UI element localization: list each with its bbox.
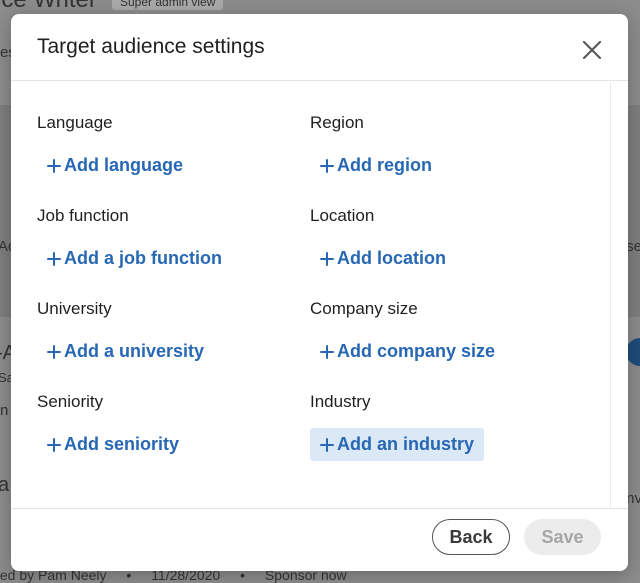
background-text-fragment: a (0, 474, 10, 496)
add-seniority-button[interactable]: Add seniority (37, 428, 189, 461)
add-job-function-button[interactable]: Add a job function (37, 242, 232, 275)
modal-body: Language Add language Region Add region … (11, 82, 610, 508)
field-industry: Industry Add an industry (310, 392, 570, 461)
add-location-button[interactable]: Add location (310, 242, 456, 275)
add-seniority-label: Add seniority (64, 434, 180, 454)
close-icon (582, 40, 602, 60)
add-company-size-button[interactable]: Add company size (310, 335, 505, 368)
field-region: Region Add region (310, 113, 570, 175)
modal-scrollbar[interactable] (610, 82, 628, 508)
add-language-button[interactable]: Add language (37, 149, 193, 182)
field-label-location: Location (310, 206, 375, 225)
add-industry-label: Add an industry (337, 434, 475, 454)
field-label-industry: Industry (310, 392, 371, 411)
field-university: University Add a university (37, 299, 297, 361)
field-job-function: Job function Add a job function (37, 206, 297, 268)
add-region-label: Add region (337, 155, 432, 175)
back-button[interactable]: Back (432, 519, 510, 555)
background-text-fragment: nv (626, 490, 640, 507)
target-audience-modal: Target audience settings Language Add la… (11, 14, 628, 571)
modal-footer: Back Save (11, 508, 628, 571)
plus-icon (320, 344, 334, 359)
field-language: Language Add language (37, 113, 297, 175)
plus-icon (47, 158, 61, 173)
add-university-button[interactable]: Add a university (37, 335, 214, 368)
background-text-fragment: n (0, 402, 9, 419)
field-label-university: University (37, 299, 112, 318)
background-text-fragment: se (626, 238, 640, 255)
field-label-job-function: Job function (37, 206, 129, 225)
field-seniority: Seniority Add seniority (37, 392, 297, 454)
background-avatar (626, 338, 640, 366)
field-label-company-size: Company size (310, 299, 418, 318)
add-job-function-label: Add a job function (64, 248, 222, 268)
plus-icon (320, 158, 334, 173)
background-page-title: ice Writer (0, 0, 97, 14)
save-button[interactable]: Save (524, 519, 601, 555)
add-industry-button[interactable]: Add an industry (310, 428, 485, 461)
background-admin-badge: Super admin view (112, 0, 224, 10)
plus-icon (47, 437, 61, 452)
add-university-label: Add a university (64, 341, 205, 361)
close-button[interactable] (577, 35, 607, 65)
field-company-size: Company size Add company size (310, 299, 570, 361)
field-label-seniority: Seniority (37, 392, 104, 411)
field-location: Location Add location (310, 206, 570, 268)
field-label-region: Region (310, 113, 364, 132)
plus-icon (320, 251, 334, 266)
plus-icon (47, 251, 61, 266)
add-company-size-label: Add company size (337, 341, 496, 361)
plus-icon (320, 437, 334, 452)
add-location-label: Add location (337, 248, 446, 268)
add-language-label: Add language (64, 155, 184, 175)
field-label-language: Language (37, 113, 113, 132)
plus-icon (47, 344, 61, 359)
modal-title: Target audience settings (37, 35, 265, 58)
add-region-button[interactable]: Add region (310, 149, 442, 182)
modal-header: Target audience settings (11, 14, 628, 81)
